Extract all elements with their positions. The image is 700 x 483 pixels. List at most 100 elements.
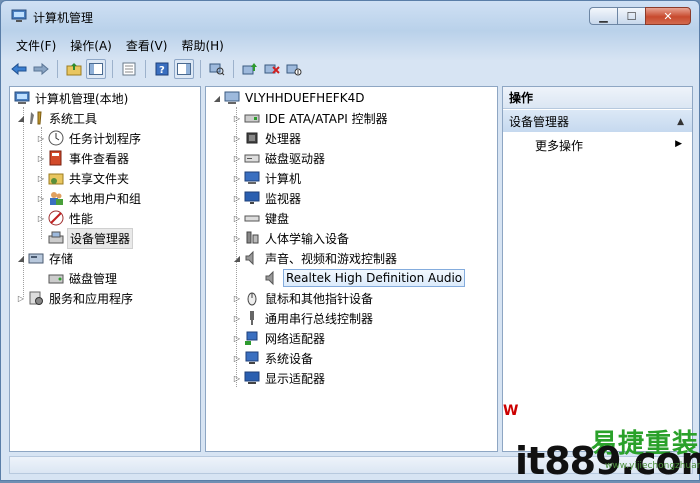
collapsed-arrow-icon[interactable]: ▷ xyxy=(36,194,46,203)
tree-item-local-users[interactable]: ▷ 本地用户和组 xyxy=(36,188,143,208)
expanded-arrow-icon[interactable]: ◢ xyxy=(232,254,242,263)
expanded-arrow-icon[interactable]: ◢ xyxy=(16,114,26,123)
collapsed-arrow-icon[interactable]: ▷ xyxy=(232,174,242,183)
collapsed-arrow-icon[interactable]: ▷ xyxy=(232,294,242,303)
computer-management-icon xyxy=(11,9,27,23)
clock-icon xyxy=(48,130,64,146)
tree-item-network-adapters[interactable]: ▷ 网络适配器 xyxy=(232,328,327,348)
collapsed-arrow-icon[interactable]: ▷ xyxy=(232,234,242,243)
up-folder-icon[interactable] xyxy=(64,59,84,79)
tree-label: 本地用户和组 xyxy=(69,191,142,206)
tree-item-computer-category[interactable]: ▷ 计算机 xyxy=(232,168,303,188)
device-list-pane[interactable]: ◢ VLYHHDUEFHEFK4D ▷ IDE ATA/ATAPI 控制器 ▷ … xyxy=(205,86,498,452)
monitor-icon xyxy=(244,190,260,206)
tree-item-mice[interactable]: ▷ 鼠标和其他指针设备 xyxy=(232,288,375,308)
more-actions-link[interactable]: 更多操作 xyxy=(535,137,583,154)
console-tree-icon[interactable] xyxy=(174,59,194,79)
tree-item-system-devices[interactable]: ▷ 系统设备 xyxy=(232,348,315,368)
tree-item-usb-controllers[interactable]: ▷ 通用串行总线控制器 xyxy=(232,308,375,328)
computer-icon xyxy=(224,90,240,106)
tree-label: 存储 xyxy=(49,251,74,266)
console-tree-pane[interactable]: 计算机管理(本地) ◢ 系统工具 ▷ 任务计划程序 ▷ 事件查看器 ▷ 共享文件… xyxy=(9,86,201,452)
tree-label: Realtek High Definition Audio xyxy=(283,269,466,287)
tree-item-system-tools[interactable]: ◢ 系统工具 xyxy=(16,108,99,128)
title-bar[interactable]: 计算机管理 ▁ ☐ ✕ xyxy=(1,1,699,33)
collapsed-arrow-icon[interactable]: ▷ xyxy=(232,194,242,203)
back-arrow-icon[interactable] xyxy=(9,59,29,79)
tree-item-event-viewer[interactable]: ▷ 事件查看器 xyxy=(36,148,131,168)
tree-label: 事件查看器 xyxy=(69,151,130,166)
expanded-arrow-icon[interactable]: ◢ xyxy=(212,94,222,103)
collapsed-arrow-icon[interactable]: ▷ xyxy=(232,154,242,163)
device-manager-icon xyxy=(48,230,64,246)
tree-item-shared-folders[interactable]: ▷ 共享文件夹 xyxy=(36,168,131,188)
forward-arrow-icon[interactable] xyxy=(31,59,51,79)
collapsed-arrow-icon[interactable]: ▷ xyxy=(232,314,242,323)
usb-icon xyxy=(244,310,260,326)
tree-item-display-adapters[interactable]: ▷ 显示适配器 xyxy=(232,368,327,388)
tree-item-performance[interactable]: ▷ 性能 xyxy=(36,208,95,228)
tree-item-disk-management[interactable]: 磁盘管理 xyxy=(46,268,119,288)
minimize-button[interactable]: ▁ xyxy=(589,7,617,25)
collapsed-arrow-icon[interactable]: ▷ xyxy=(232,114,242,123)
svg-text:?: ? xyxy=(159,65,165,76)
tree-item-processor[interactable]: ▷ 处理器 xyxy=(232,128,303,148)
collapsed-arrow-icon[interactable]: ▷ xyxy=(36,174,46,183)
uninstall-icon[interactable] xyxy=(262,59,282,79)
collapsed-arrow-icon[interactable]: ▷ xyxy=(232,334,242,343)
collapsed-arrow-icon[interactable]: ▷ xyxy=(232,374,242,383)
tree-item-disk-drives[interactable]: ▷ 磁盘驱动器 xyxy=(232,148,327,168)
processor-icon xyxy=(244,130,260,146)
collapse-up-icon[interactable]: ▲ xyxy=(677,117,684,127)
update-driver-icon[interactable] xyxy=(240,59,260,79)
actions-section-label: 设备管理器 xyxy=(509,114,570,129)
toolbar-separator xyxy=(233,60,234,78)
actions-header: 操作 xyxy=(503,87,692,109)
collapsed-arrow-icon[interactable]: ▷ xyxy=(36,214,46,223)
menu-view[interactable]: 查看(V) xyxy=(119,35,175,55)
performance-icon xyxy=(48,210,64,226)
tree-item-device-manager[interactable]: 设备管理器 xyxy=(46,227,134,249)
tree-item-computer[interactable]: ◢ VLYHHDUEFHEFK4D xyxy=(212,88,366,108)
tree-item-sound-video[interactable]: ◢ 声音、视频和游戏控制器 xyxy=(232,248,399,268)
collapsed-arrow-icon[interactable]: ▷ xyxy=(36,134,46,143)
tree-item-ide-controller[interactable]: ▷ IDE ATA/ATAPI 控制器 xyxy=(232,108,390,128)
tree-label: VLYHHDUEFHEFK4D xyxy=(245,91,365,105)
storage-icon xyxy=(28,250,44,266)
tree-label: 处理器 xyxy=(265,131,302,146)
collapsed-arrow-icon[interactable]: ▷ xyxy=(36,154,46,163)
collapsed-arrow-icon[interactable]: ▷ xyxy=(232,354,242,363)
speaker-icon xyxy=(264,270,280,286)
expanded-arrow-icon[interactable]: ◢ xyxy=(16,254,26,263)
disable-device-icon[interactable] xyxy=(284,59,304,79)
scan-hardware-icon[interactable] xyxy=(207,59,227,79)
tree-label: IDE ATA/ATAPI 控制器 xyxy=(265,111,388,126)
submenu-right-icon[interactable]: ▶ xyxy=(675,139,682,149)
tree-label: 监视器 xyxy=(265,191,302,206)
tree-item-monitors[interactable]: ▷ 监视器 xyxy=(232,188,303,208)
toolbar-separator xyxy=(57,60,58,78)
mouse-icon xyxy=(244,290,260,306)
tree-item-hid[interactable]: ▷ 人体学输入设备 xyxy=(232,228,351,248)
menu-help[interactable]: 帮助(H) xyxy=(174,35,230,55)
tree-item-services[interactable]: ▷ 服务和应用程序 xyxy=(16,288,135,308)
tree-item-keyboards[interactable]: ▷ 键盘 xyxy=(232,208,291,228)
collapsed-arrow-icon[interactable]: ▷ xyxy=(16,294,26,303)
tree-item-task-scheduler[interactable]: ▷ 任务计划程序 xyxy=(36,128,143,148)
shared-folder-icon xyxy=(48,170,64,186)
properties-icon[interactable] xyxy=(119,59,139,79)
help-icon[interactable]: ? xyxy=(152,59,172,79)
toolbar-separator xyxy=(200,60,201,78)
menu-file[interactable]: 文件(F) xyxy=(9,35,63,55)
tree-item-storage[interactable]: ◢ 存储 xyxy=(16,248,75,268)
tree-label: 通用串行总线控制器 xyxy=(265,311,374,326)
tree-item-root[interactable]: 计算机管理(本地) xyxy=(12,88,130,108)
show-hide-tree-icon[interactable] xyxy=(86,59,106,79)
actions-section-device-manager[interactable]: 设备管理器 xyxy=(503,110,692,132)
maximize-button[interactable]: ☐ xyxy=(617,7,645,25)
close-button[interactable]: ✕ xyxy=(645,7,691,25)
tree-item-realtek-audio[interactable]: Realtek High Definition Audio xyxy=(262,268,466,288)
collapsed-arrow-icon[interactable]: ▷ xyxy=(232,134,242,143)
menu-action[interactable]: 操作(A) xyxy=(63,35,119,55)
collapsed-arrow-icon[interactable]: ▷ xyxy=(232,214,242,223)
